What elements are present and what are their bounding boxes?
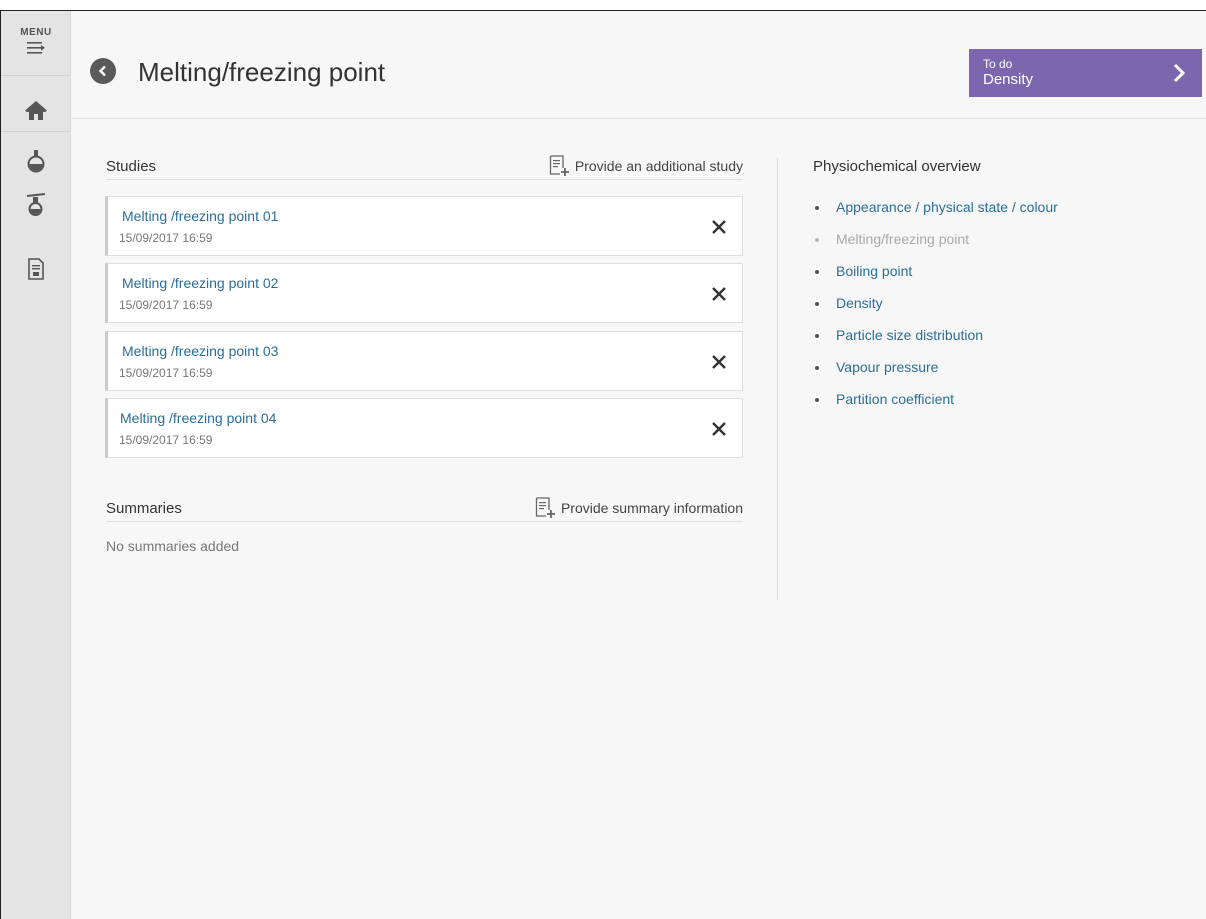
overview-item-boiling-point[interactable]: Boiling point [813, 261, 1058, 293]
todo-next-button[interactable]: To do Density [969, 49, 1202, 97]
add-document-icon [535, 497, 555, 518]
main-content: Melting/freezing point To do Density Stu… [72, 11, 1206, 919]
todo-label: To do [983, 57, 1013, 71]
overview-item-appearance[interactable]: Appearance / physical state / colour [813, 197, 1058, 229]
home-icon [25, 101, 47, 120]
add-study-label: Provide an additional study [574, 158, 743, 174]
menu-icon [27, 42, 45, 54]
study-title[interactable]: Melting /freezing point 03 [122, 343, 278, 359]
remove-study-button[interactable] [708, 216, 730, 238]
remove-study-button[interactable] [708, 418, 730, 440]
back-button[interactable] [90, 58, 116, 84]
empty-summaries-text: No summaries added [106, 538, 240, 554]
study-date: 15/09/2017 16:59 [119, 231, 213, 245]
add-document-icon [549, 155, 569, 176]
page-title: Melting/freezing point [138, 57, 386, 87]
study-card: Melting /freezing point 02 15/09/2017 16… [105, 263, 743, 323]
overview-item-partition-coefficient[interactable]: Partition coefficient [813, 389, 1058, 421]
summaries-header: Summaries Provide summary information [106, 497, 743, 522]
study-date: 15/09/2017 16:59 [119, 298, 213, 312]
add-summary-button[interactable]: Provide summary information [535, 497, 743, 519]
overview-heading: Physiochemical overview [813, 158, 981, 175]
close-icon [712, 355, 726, 369]
flask-icon [27, 150, 45, 173]
close-icon [712, 287, 726, 301]
page-header: Melting/freezing point To do Density [72, 11, 1206, 119]
study-title[interactable]: Melting /freezing point 04 [120, 410, 276, 426]
sidebar: MENU [1, 11, 71, 919]
close-icon [712, 422, 726, 436]
overview-list: Appearance / physical state / colour Mel… [813, 197, 1058, 421]
study-date: 15/09/2017 16:59 [119, 366, 213, 380]
overview-item-melting-point: Melting/freezing point [813, 229, 1058, 261]
study-card: Melting /freezing point 04 15/09/2017 16… [105, 398, 743, 458]
menu-label: MENU [20, 27, 52, 38]
sidebar-item-home[interactable] [1, 89, 71, 133]
add-study-button[interactable]: Provide an additional study [549, 155, 743, 177]
overview-item-vapour-pressure[interactable]: Vapour pressure [813, 357, 1058, 389]
menu-button[interactable]: MENU [1, 11, 71, 75]
sidebar-item-flask[interactable] [1, 139, 71, 183]
todo-target: Density [983, 71, 1034, 88]
study-title[interactable]: Melting /freezing point 02 [122, 275, 278, 291]
sidebar-item-report[interactable] [1, 247, 71, 291]
studies-header: Studies Provide an additional study [106, 155, 743, 180]
studies-heading: Studies [106, 158, 157, 175]
test-tube-icon [26, 193, 46, 216]
chevron-right-icon [1173, 63, 1186, 83]
study-title[interactable]: Melting /freezing point 01 [122, 208, 278, 224]
summaries-heading: Summaries [106, 500, 182, 517]
study-card: Melting /freezing point 03 15/09/2017 16… [105, 331, 743, 391]
close-icon [712, 220, 726, 234]
add-summary-label: Provide summary information [560, 500, 743, 516]
app-window: MENU Melting/freezing point To do Densit… [0, 10, 1206, 919]
overview-item-particle-size[interactable]: Particle size distribution [813, 325, 1058, 357]
study-card: Melting /freezing point 01 15/09/2017 16… [105, 196, 743, 256]
study-date: 15/09/2017 16:59 [119, 433, 213, 447]
remove-study-button[interactable] [708, 283, 730, 305]
sidebar-item-test[interactable] [1, 183, 71, 227]
document-icon [28, 258, 44, 280]
column-divider [777, 158, 778, 600]
chevron-left-icon [98, 65, 106, 77]
overview-item-density[interactable]: Density [813, 293, 1058, 325]
remove-study-button[interactable] [708, 351, 730, 373]
